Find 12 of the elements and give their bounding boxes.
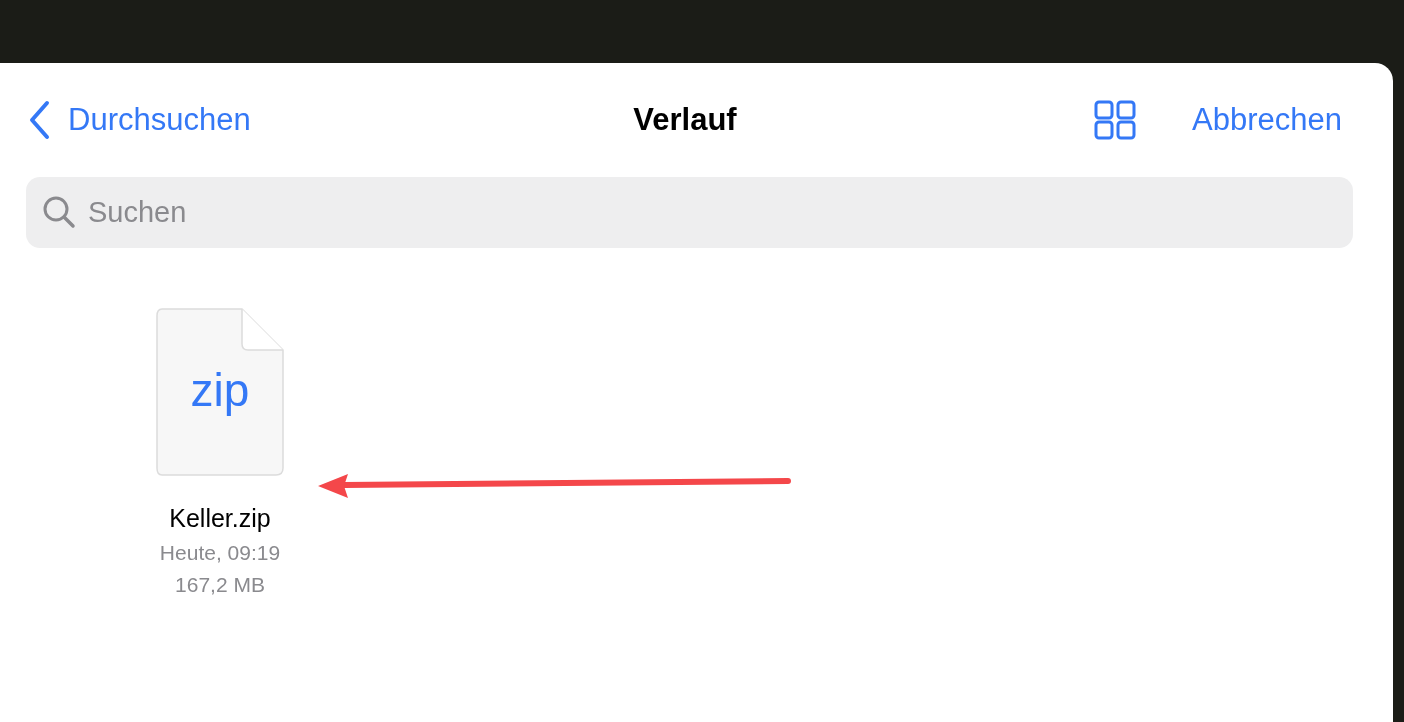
file-size: 167,2 MB [175,573,265,597]
cancel-button[interactable]: Abbrechen [1192,102,1342,138]
back-button[interactable]: Durchsuchen [28,100,251,140]
search-field[interactable]: Suchen [26,177,1353,248]
grid-view-button[interactable] [1094,100,1137,140]
chevron-left-icon [28,100,50,140]
file-name: Keller.zip [169,504,271,533]
file-icon[interactable]: zip [156,308,284,476]
file-date: Heute, 09:19 [159,541,281,565]
search-icon [42,195,76,229]
window-title: Verlauf [633,102,737,138]
grid-icon [1094,100,1137,140]
